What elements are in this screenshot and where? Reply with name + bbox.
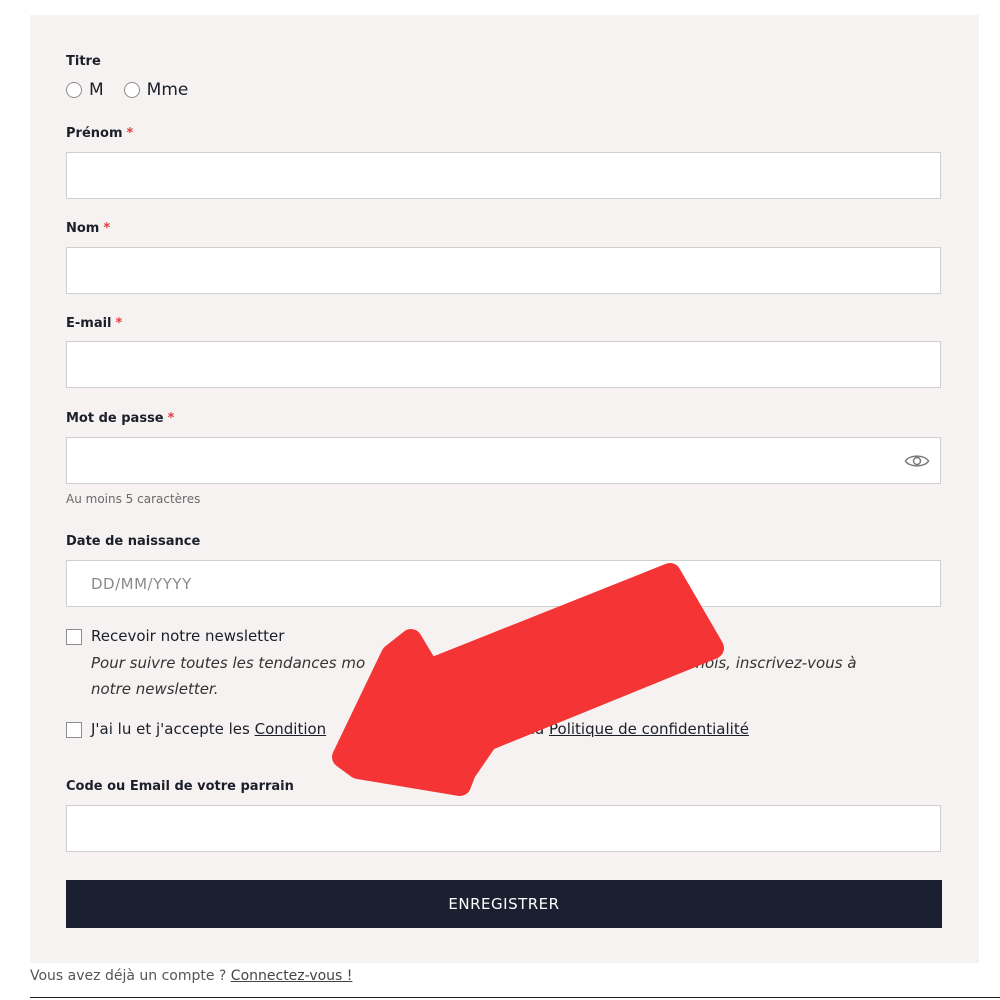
password-label: Mot de passe * xyxy=(66,411,174,426)
email-input[interactable] xyxy=(67,342,940,387)
radio-m-label: M xyxy=(89,80,104,100)
radio-mme-label: Mme xyxy=(146,80,189,100)
newsletter-desc-end: mois, inscrivez-vous à xyxy=(690,654,857,672)
required-mark: * xyxy=(167,411,175,426)
terms-row[interactable]: J'ai lu et j'accepte les Condition et la… xyxy=(66,720,749,742)
lastname-label-text: Nom xyxy=(66,221,100,236)
privacy-link[interactable]: Politique de confidentialité xyxy=(549,720,749,738)
title-option-m[interactable]: M xyxy=(66,80,104,100)
eye-icon[interactable] xyxy=(904,449,930,473)
terms-mid: et la xyxy=(510,720,545,738)
password-label-text: Mot de passe xyxy=(66,411,164,426)
referral-input[interactable] xyxy=(67,806,940,851)
referral-field[interactable] xyxy=(66,805,941,852)
required-mark: * xyxy=(103,221,111,236)
password-input[interactable] xyxy=(67,438,940,483)
newsletter-label: Recevoir notre newsletter xyxy=(91,627,285,645)
referral-label: Code ou Email de votre parrain xyxy=(66,779,294,794)
newsletter-row[interactable]: Recevoir notre newsletter xyxy=(66,627,284,649)
firstname-field[interactable] xyxy=(66,152,941,199)
login-link[interactable]: Connectez-vous ! xyxy=(231,968,353,984)
newsletter-description: Pour suivre toutes les tendances mo mé e… xyxy=(91,650,921,702)
password-field[interactable] xyxy=(66,437,941,484)
lastname-field[interactable] xyxy=(66,247,941,294)
terms-checkbox[interactable] xyxy=(66,722,82,738)
newsletter-desc-start: Pour suivre toutes les tendances mo xyxy=(91,654,366,672)
radio-mme[interactable] xyxy=(123,82,140,98)
birthdate-input[interactable] xyxy=(67,561,940,606)
lastname-label: Nom * xyxy=(66,221,110,236)
title-radio-group: M Mme xyxy=(66,80,208,100)
newsletter-desc-line2: notre newsletter. xyxy=(91,680,219,698)
title-label: Titre xyxy=(66,54,101,69)
firstname-label: Prénom * xyxy=(66,126,133,141)
email-label-text: E-mail xyxy=(66,316,112,331)
newsletter-desc-mid: mé et xyxy=(401,654,446,672)
password-hint: Au moins 5 caractères xyxy=(66,492,201,506)
submit-button[interactable]: ENREGISTRER xyxy=(66,880,942,928)
title-option-mme[interactable]: Mme xyxy=(123,80,189,100)
newsletter-checkbox[interactable] xyxy=(66,629,82,645)
lastname-input[interactable] xyxy=(67,248,940,293)
birthdate-label: Date de naissance xyxy=(66,534,201,549)
footer-divider xyxy=(30,997,1000,998)
terms-text: J'ai lu et j'accepte les Condition et la… xyxy=(91,716,749,742)
required-mark: * xyxy=(115,316,123,331)
required-mark: * xyxy=(126,126,134,141)
terms-link[interactable]: Condition xyxy=(255,720,327,738)
email-label: E-mail * xyxy=(66,316,122,331)
login-prompt-text: Vous avez déjà un compte ? xyxy=(30,968,227,984)
firstname-label-text: Prénom xyxy=(66,126,123,141)
firstname-input[interactable] xyxy=(67,153,940,198)
birthdate-field[interactable] xyxy=(66,560,941,607)
login-prompt: Vous avez déjà un compte ? Connectez-vou… xyxy=(30,968,352,984)
radio-m[interactable] xyxy=(66,82,82,98)
terms-prefix: J'ai lu et j'accepte les xyxy=(91,720,250,738)
email-field[interactable] xyxy=(66,341,941,388)
